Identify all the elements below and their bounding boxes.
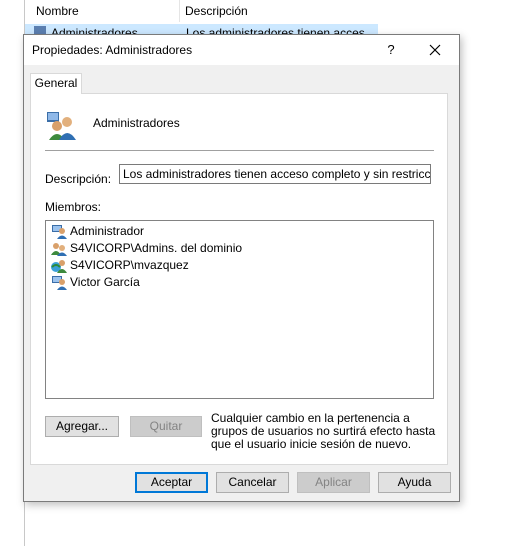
- apply-button[interactable]: Aplicar: [297, 472, 370, 493]
- membership-note: Cualquier cambio en la pertenencia a gru…: [211, 411, 436, 451]
- title-bar[interactable]: Propiedades: Administradores ?: [24, 35, 459, 65]
- member-name: S4VICORP\mvazquez: [70, 258, 189, 272]
- group-icon: [47, 112, 76, 140]
- description-field[interactable]: Los administradores tienen acceso comple…: [119, 164, 431, 184]
- help-title-button[interactable]: ?: [380, 39, 402, 61]
- remove-button[interactable]: Quitar: [130, 416, 202, 437]
- close-button[interactable]: [424, 39, 446, 61]
- properties-dialog: Propiedades: Administradores ? General A…: [23, 34, 460, 502]
- dialog-title: Propiedades: Administradores: [32, 43, 193, 57]
- member-name: S4VICORP\Admins. del dominio: [70, 241, 243, 255]
- members-label: Miembros:: [45, 200, 102, 214]
- separator: [45, 150, 434, 151]
- group-name: Administradores: [93, 116, 180, 130]
- members-list[interactable]: Administrador S4VICORP\Admins. del domin…: [45, 220, 434, 399]
- domain-user-icon: [51, 260, 67, 273]
- description-label: Descripción:: [45, 172, 112, 186]
- close-icon: [429, 44, 441, 56]
- add-button[interactable]: Agregar...: [45, 416, 119, 437]
- cancel-button[interactable]: Cancelar: [216, 472, 289, 493]
- help-button[interactable]: Ayuda: [378, 472, 451, 493]
- group-icon: [51, 243, 67, 256]
- general-tab-panel: Administradores Descripción: Los adminis…: [30, 93, 448, 465]
- tab-general[interactable]: General: [30, 73, 82, 94]
- ok-button[interactable]: Aceptar: [135, 472, 208, 493]
- column-header-description[interactable]: Descripción: [185, 4, 248, 18]
- user-icon: [52, 225, 67, 239]
- member-name: Administrador: [70, 224, 145, 238]
- column-separator: [179, 0, 180, 22]
- column-header-name[interactable]: Nombre: [36, 4, 79, 18]
- user-icon: [52, 276, 67, 290]
- member-name: Victor García: [70, 275, 140, 289]
